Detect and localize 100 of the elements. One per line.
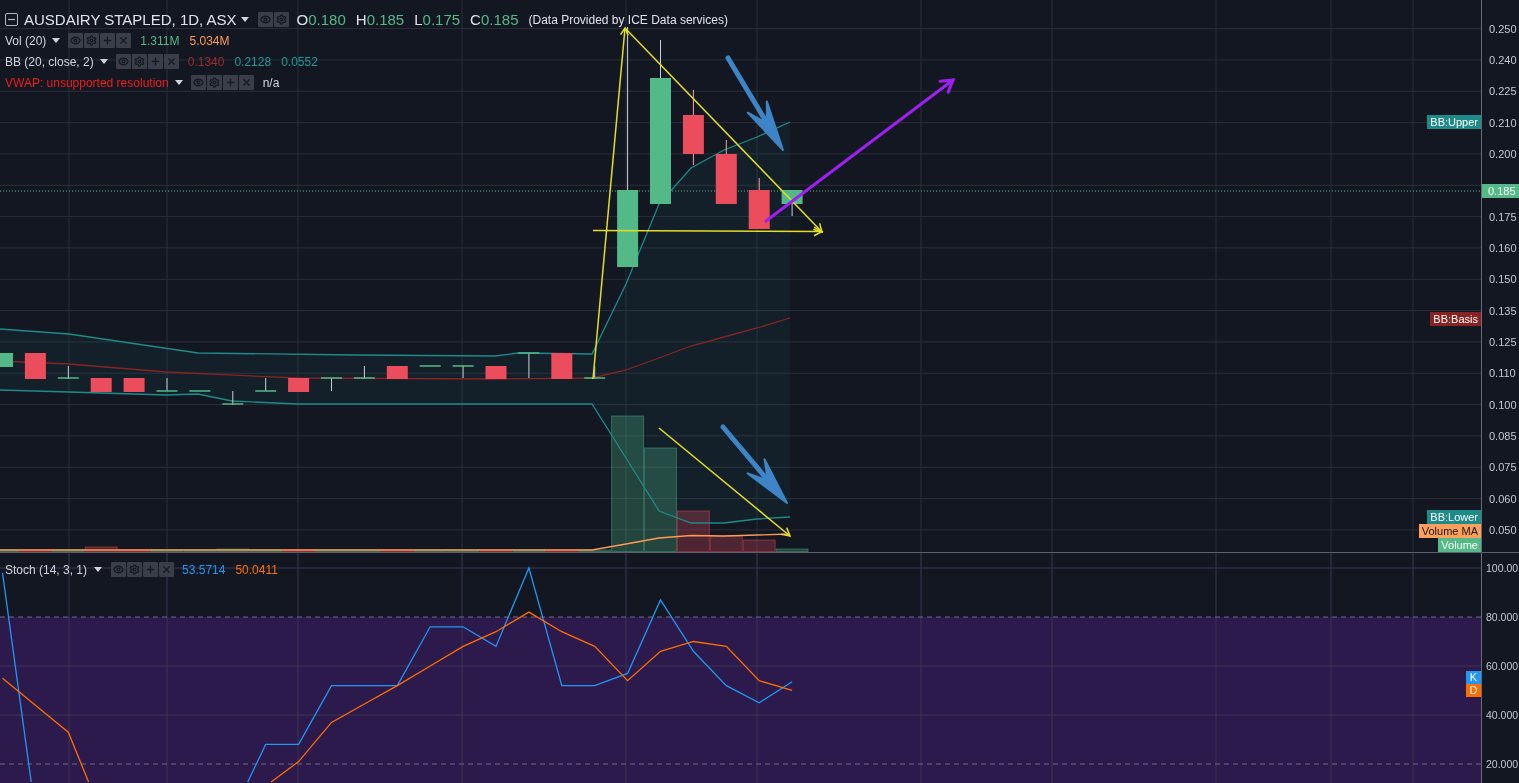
candlestick <box>123 377 145 393</box>
indicator-value: 1.311M <box>140 32 180 50</box>
collapse-icon[interactable] <box>5 13 18 26</box>
price-axis-label: 0.250 <box>1489 21 1517 36</box>
caret-icon[interactable] <box>240 17 249 22</box>
eye-icon <box>259 14 271 25</box>
candlestick <box>452 365 474 379</box>
gear-icon <box>275 14 287 25</box>
candlestick <box>189 390 211 392</box>
series-tag: Volume <box>1438 538 1481 552</box>
indicator-name: BB (20, close, 2) <box>5 53 94 71</box>
stochastic-axis-label: 60.000 <box>1486 659 1519 673</box>
remove-button[interactable] <box>163 54 179 69</box>
candlestick <box>485 365 507 380</box>
remove-button[interactable] <box>238 75 254 90</box>
candlestick <box>386 365 408 380</box>
series-tag: BB:Lower <box>1427 510 1481 524</box>
series-tag: Volume MA <box>1418 524 1481 538</box>
add-button[interactable] <box>143 562 159 577</box>
price-axis-label: 0.075 <box>1489 460 1517 475</box>
candlestick <box>748 177 770 230</box>
add-button[interactable] <box>222 75 238 90</box>
candlestick <box>419 365 441 367</box>
candlestick <box>156 377 178 392</box>
data-source-note: (Data Provided by ICE Data services) <box>528 11 728 29</box>
candlestick <box>715 139 737 205</box>
remove-button[interactable] <box>159 562 175 577</box>
add-button[interactable] <box>100 33 116 48</box>
series-tag: BB:Basis <box>1430 312 1481 326</box>
candlestick <box>551 352 573 380</box>
close-icon <box>161 564 173 575</box>
price-axis-label: 0.150 <box>1489 272 1517 287</box>
visibility-button[interactable] <box>111 562 127 577</box>
stochastic-axis-label: 20.000 <box>1486 757 1519 771</box>
settings-button[interactable] <box>131 54 147 69</box>
stochastic-axis-label: 100.00 <box>1486 561 1519 575</box>
ohlc-label: O <box>296 10 309 30</box>
price-axis-label: 0.160 <box>1489 240 1517 255</box>
price-axis-label: 0.135 <box>1489 303 1517 318</box>
symbol-title: AUSDAIRY STAPLED, 1D, ASX <box>24 10 237 30</box>
add-button[interactable] <box>147 54 163 69</box>
visibility-button[interactable] <box>115 54 131 69</box>
indicator-value: 50.0411 <box>235 561 278 579</box>
gear-icon <box>133 56 145 67</box>
indicator-name: Vol (20) <box>5 32 47 50</box>
gear-icon <box>129 564 141 575</box>
caret-icon[interactable] <box>94 567 103 572</box>
price-axis-label: 0.240 <box>1489 52 1517 67</box>
candlestick <box>518 352 540 379</box>
ohlc-value: 0.175 <box>422 10 461 30</box>
visibility-button[interactable] <box>68 33 84 48</box>
price-axis-label: 0.060 <box>1489 491 1517 506</box>
settings-button[interactable] <box>84 33 100 48</box>
indicator-value: 0.1340 <box>187 53 225 71</box>
price-axis-label: 0.175 <box>1489 209 1517 224</box>
indicator-value: 0.0552 <box>281 53 318 71</box>
stochastic-axis-label: 40.000 <box>1486 708 1519 722</box>
series-tag: BB:Upper <box>1427 115 1481 129</box>
ohlc-label: L <box>414 10 423 30</box>
indicator-value: 5.034M <box>189 32 230 50</box>
settings-button[interactable] <box>273 12 289 27</box>
ohlc-label: C <box>470 10 481 30</box>
close-icon <box>118 35 130 46</box>
indicator-name: VWAP: unsupported resolution <box>5 74 169 92</box>
eye-icon <box>192 77 204 88</box>
indicator-name: Stoch (14, 3, 1) <box>5 561 88 579</box>
candlestick <box>781 189 803 217</box>
visibility-button[interactable] <box>257 12 273 27</box>
price-axis-label: 0.125 <box>1489 334 1517 349</box>
close-icon <box>165 56 177 67</box>
remove-button[interactable] <box>116 33 132 48</box>
caret-icon[interactable] <box>174 80 183 85</box>
gear-icon <box>208 77 220 88</box>
stochastic-axis-label: 80.000 <box>1486 610 1519 624</box>
candlestick <box>222 390 244 406</box>
close-icon <box>240 77 252 88</box>
candlestick <box>57 365 79 380</box>
ohlc-value: 0.185 <box>480 10 519 30</box>
settings-button[interactable] <box>127 562 143 577</box>
ohlc-label: H <box>355 10 367 30</box>
visibility-button[interactable] <box>190 75 206 90</box>
candlestick <box>353 365 375 380</box>
caret-icon[interactable] <box>52 38 61 43</box>
price-axis-label: 0.210 <box>1489 115 1517 130</box>
indicator-value: 0.2128 <box>234 53 272 71</box>
candlestick <box>321 377 342 392</box>
plus-icon <box>149 56 161 67</box>
plus-icon <box>102 35 114 46</box>
indicator-value: n/a <box>262 74 280 92</box>
gear-icon <box>86 35 98 46</box>
price-axis-label: 0.110 <box>1489 366 1516 381</box>
candlestick <box>90 377 112 393</box>
indicator-value: 53.5714 <box>182 561 226 579</box>
settings-button[interactable] <box>206 75 222 90</box>
candlestick <box>0 352 13 368</box>
candlestick <box>255 377 277 392</box>
price-axis-label: 0.200 <box>1489 146 1517 161</box>
caret-icon[interactable] <box>99 59 108 64</box>
candlestick <box>24 352 46 380</box>
eye-icon <box>113 564 125 575</box>
